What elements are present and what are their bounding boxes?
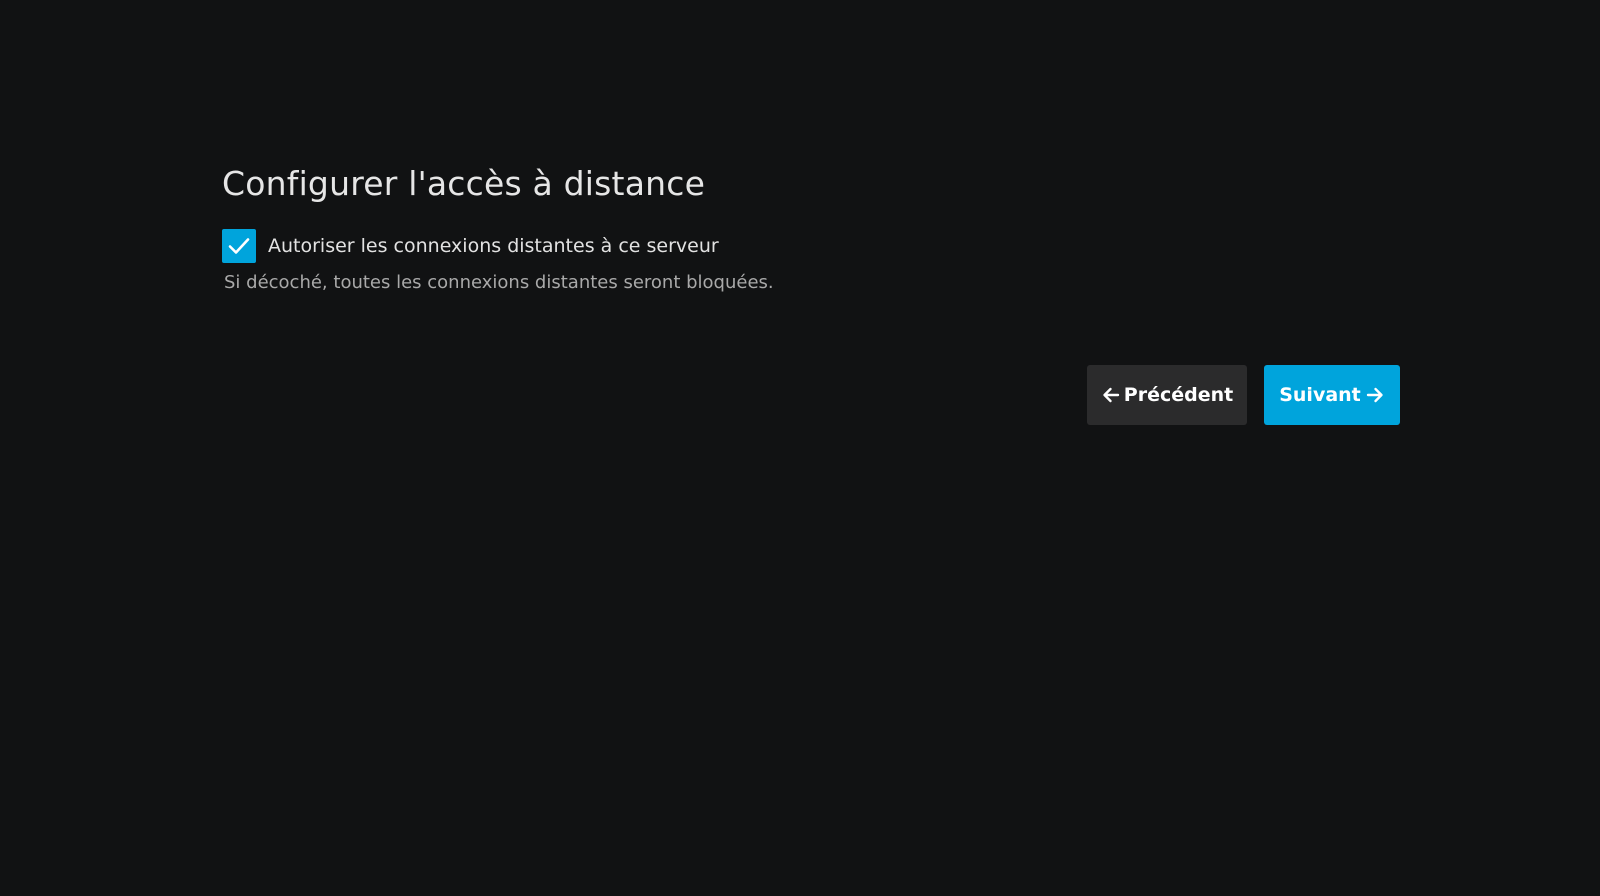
allow-remote-connections-row[interactable]: Autoriser les connexions distantes à ce … [222, 228, 1400, 264]
remote-access-form: Configurer l'accès à distance Autoriser … [222, 158, 1400, 293]
allow-remote-connections-checkbox[interactable] [222, 229, 256, 263]
page-title: Configurer l'accès à distance [222, 164, 706, 203]
next-button[interactable]: Suivant [1264, 365, 1400, 425]
arrow-left-icon [1101, 385, 1121, 405]
allow-remote-connections-label[interactable]: Autoriser les connexions distantes à ce … [268, 235, 719, 257]
next-button-label: Suivant [1279, 384, 1361, 406]
setup-page: Configurer l'accès à distance Autoriser … [0, 0, 1600, 896]
checkmark-icon [227, 234, 251, 258]
previous-button[interactable]: Précédent [1087, 365, 1247, 425]
remote-connections-help-text: Si décoché, toutes les connexions distan… [224, 272, 774, 293]
arrow-right-icon [1365, 385, 1385, 405]
wizard-navigation: Précédent Suivant [1087, 365, 1400, 425]
previous-button-label: Précédent [1123, 384, 1234, 406]
